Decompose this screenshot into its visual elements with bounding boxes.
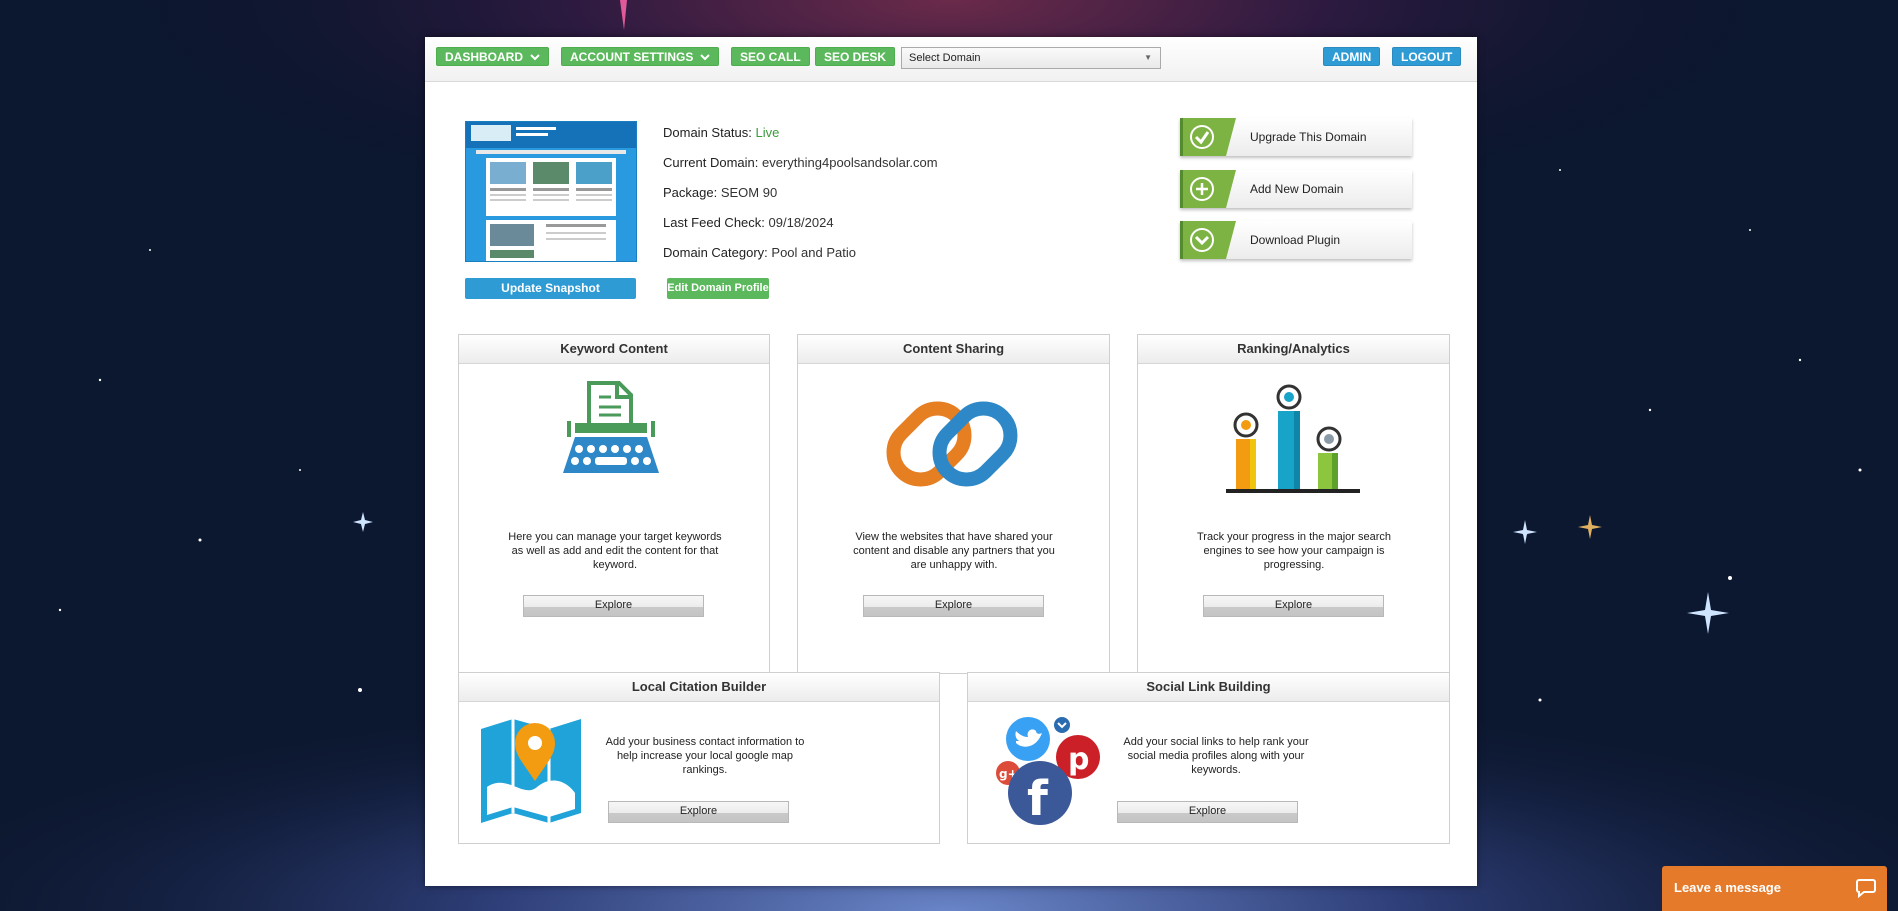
seo-desk-button[interactable]: SEO DESK	[815, 47, 896, 66]
select-domain-value: Select Domain	[909, 52, 981, 64]
social-link-building-description: Add your social links to help rank your …	[1123, 736, 1309, 776]
domain-info: Domain Status: Live Current Domain: ever…	[663, 124, 938, 274]
logout-button[interactable]: LOGOUT	[1392, 47, 1462, 66]
local-citation-builder-explore-button[interactable]: Explore	[608, 801, 789, 823]
ranking-analytics-description: Track your progress in the major search …	[1197, 531, 1391, 571]
domain-status-value: Live	[755, 125, 780, 140]
admin-button[interactable]: ADMIN	[1323, 47, 1381, 66]
chevron-down-icon	[700, 54, 711, 61]
keyword-content-title: Keyword Content	[459, 335, 769, 364]
content-sharing-title: Content Sharing	[798, 335, 1109, 364]
add-new-domain-button[interactable]: Add New Domain	[1180, 170, 1412, 208]
svg-text:p: p	[1068, 742, 1089, 777]
domain-category-value: Pool and Patio	[771, 245, 856, 260]
map-pin-icon	[481, 719, 581, 823]
social-media-icon: g+ p f	[996, 717, 1100, 827]
account-settings-menu-button[interactable]: ACCOUNT SETTINGS	[561, 47, 720, 66]
dashboard-label: DASHBOARD	[445, 50, 523, 64]
ranking-analytics-explore-button[interactable]: Explore	[1203, 595, 1384, 617]
bar-chart-icon	[1226, 384, 1360, 493]
current-domain-label: Current Domain:	[663, 155, 759, 170]
ranking-analytics-card: Ranking/Analytics Track your progress in…	[1137, 334, 1450, 674]
local-citation-builder-description: Add your business contact information to…	[605, 736, 805, 776]
social-link-building-title: Social Link Building	[968, 673, 1449, 702]
chat-bubble-icon	[1856, 879, 1876, 899]
update-snapshot-button[interactable]: Update Snapshot	[465, 278, 636, 299]
domain-category-row: Domain Category: Pool and Patio	[663, 244, 938, 274]
ranking-analytics-title: Ranking/Analytics	[1138, 335, 1449, 364]
package-value: SEOM 90	[720, 185, 778, 200]
domain-snapshot-image	[465, 121, 637, 262]
add-new-domain-label: Add New Domain	[1250, 182, 1344, 196]
typewriter-icon	[563, 381, 659, 473]
svg-text:f: f	[1027, 771, 1049, 827]
keyword-content-description: Here you can manage your target keywords…	[508, 531, 722, 571]
package-label: Package:	[663, 185, 718, 200]
content-sharing-card: Content Sharing View the websites that h…	[797, 334, 1110, 674]
dashboard-menu-button[interactable]: DASHBOARD	[436, 47, 549, 66]
content-sharing-description: View the websites that have shared your …	[853, 531, 1055, 571]
top-nav-bar: DASHBOARD ACCOUNT SETTINGS SEO CALL SEO …	[425, 37, 1477, 82]
check-icon	[1180, 118, 1236, 156]
content-sharing-explore-button[interactable]: Explore	[863, 595, 1044, 617]
local-citation-builder-card: Local Citation Builder Add your business…	[458, 672, 940, 844]
account-settings-label: ACCOUNT SETTINGS	[570, 50, 694, 64]
leave-message-label: Leave a message	[1674, 880, 1781, 895]
dashboard-panel: DASHBOARD ACCOUNT SETTINGS SEO CALL SEO …	[425, 37, 1477, 886]
dropdown-arrow-icon: ▼	[1144, 53, 1152, 62]
select-domain-dropdown[interactable]: Select Domain ▼	[901, 47, 1161, 69]
package-row: Package: SEOM 90	[663, 184, 938, 214]
download-plugin-button[interactable]: Download Plugin	[1180, 221, 1412, 259]
upgrade-domain-label: Upgrade This Domain	[1250, 130, 1367, 144]
chevron-down-icon	[530, 54, 540, 61]
last-feed-check-row: Last Feed Check: 09/18/2024	[663, 214, 938, 244]
last-feed-check-value: 09/18/2024	[768, 215, 834, 230]
plus-icon	[1180, 170, 1236, 208]
current-domain-row: Current Domain: everything4poolsandsolar…	[663, 154, 938, 184]
seo-call-button[interactable]: SEO CALL	[731, 47, 810, 66]
local-citation-builder-title: Local Citation Builder	[459, 673, 939, 702]
current-domain-value: everything4poolsandsolar.com	[762, 155, 938, 170]
domain-status-row: Domain Status: Live	[663, 124, 938, 154]
edit-domain-profile-button[interactable]: Edit Domain Profile	[667, 278, 769, 299]
download-plugin-label: Download Plugin	[1250, 233, 1341, 247]
keyword-content-card: Keyword Content Here you can manage your…	[458, 334, 770, 674]
link-chain-icon	[886, 401, 1018, 487]
social-link-building-card: Social Link Building g+ p f Add your soc…	[967, 672, 1450, 844]
social-link-building-explore-button[interactable]: Explore	[1117, 801, 1298, 823]
last-feed-check-label: Last Feed Check:	[663, 215, 765, 230]
upgrade-domain-button[interactable]: Upgrade This Domain	[1180, 118, 1412, 156]
domain-status-label: Domain Status:	[663, 125, 752, 140]
domain-category-label: Domain Category:	[663, 245, 768, 260]
keyword-content-explore-button[interactable]: Explore	[523, 595, 704, 617]
leave-message-chat-widget[interactable]: Leave a message	[1662, 866, 1887, 911]
download-icon	[1180, 221, 1236, 259]
